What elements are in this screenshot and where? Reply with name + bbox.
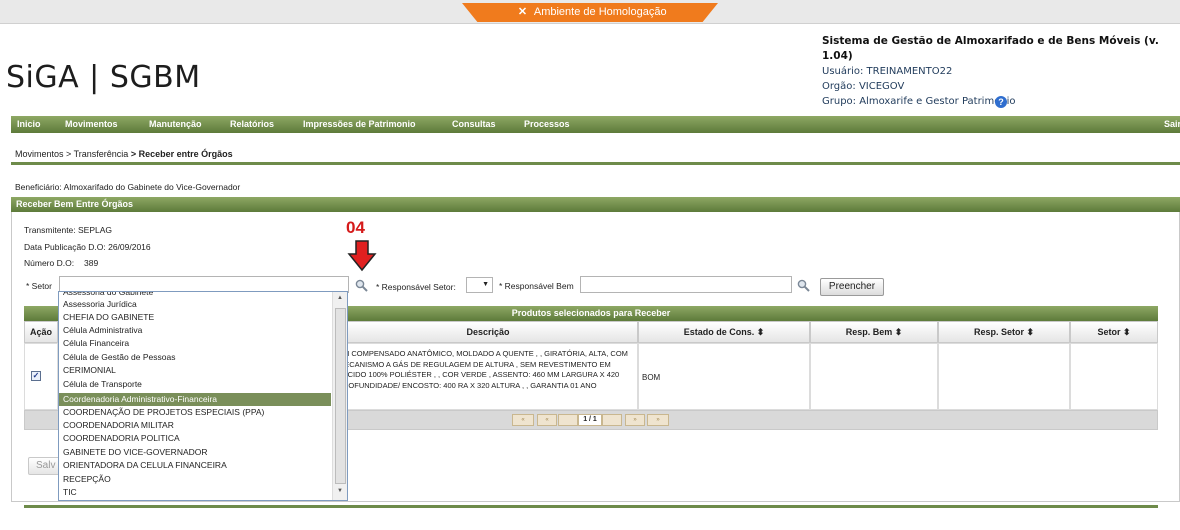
pager-next-button[interactable]: »: [625, 414, 645, 426]
table-cell-estado: [638, 343, 810, 410]
dropdown-option[interactable]: Célula de Transporte: [63, 378, 142, 391]
row-select-checkbox[interactable]: ✓: [31, 371, 41, 381]
dropdown-option[interactable]: GABINETE DO VICE-GOVERNADOR: [63, 446, 208, 459]
column-resp-bem[interactable]: Resp. Bem ⬍: [810, 321, 938, 343]
responsavel-setor-label: * Responsável Setor:: [376, 282, 456, 292]
logout-link[interactable]: Sair: [1164, 119, 1180, 129]
nav-item-processos[interactable]: Processos: [524, 119, 570, 129]
dropdown-option-selected[interactable]: Coordenadoria Administrativo-Financeira: [59, 393, 331, 406]
breadcrumb-current: > Receber entre Órgãos: [130, 149, 233, 159]
responsavel-setor-select[interactable]: ▼: [466, 277, 493, 293]
user-info: Usuário: TREINAMENTO22: [822, 66, 953, 77]
responsavel-bem-label: * Responsável Bem: [499, 281, 574, 291]
table-cell-resp-setor: [938, 343, 1070, 410]
nav-item-manutencao[interactable]: Manutenção: [149, 119, 202, 129]
environment-label: Ambiente de Homologação: [533, 6, 667, 18]
divider: [11, 162, 1180, 165]
preencher-button[interactable]: Preencher: [820, 278, 884, 296]
row-estado: BOM: [642, 373, 661, 382]
nav-item-consultas[interactable]: Consultas: [452, 119, 496, 129]
pager-first-button[interactable]: «: [512, 414, 534, 426]
row-description: EM COMPENSADO ANATÔMICO, MOLDADO A QUENT…: [338, 349, 628, 390]
pager-spacer: [602, 414, 622, 426]
tools-icon: ✕: [517, 6, 528, 18]
dropdown-option[interactable]: RECEPÇÃO: [63, 473, 111, 486]
column-setor[interactable]: Setor ⬍: [1070, 321, 1158, 343]
pager-spacer: [558, 414, 578, 426]
breadcrumb-transferencia[interactable]: > Transferência: [66, 149, 128, 159]
table-cell-acao: [24, 343, 58, 410]
environment-bar: ✕ Ambiente de Homologação: [0, 0, 1180, 24]
environment-banner: ✕ Ambiente de Homologação: [462, 3, 718, 22]
data-publicacao-text: Data Publicação D.O: 26/09/2016: [24, 242, 151, 252]
pager-prev-button[interactable]: «: [537, 414, 557, 426]
dropdown-option[interactable]: ORIENTADORA DA CELULA FINANCEIRA: [63, 459, 227, 472]
down-arrow-icon: [347, 240, 377, 272]
dropdown-option[interactable]: COORDENADORIA POLITICA: [63, 432, 180, 445]
pager-last-button[interactable]: »: [647, 414, 669, 426]
breadcrumb: Movimentos > Transferência > Receber ent…: [15, 149, 233, 159]
dropdown-option[interactable]: COORDENAÇÃO DE PROJETOS ESPECIAIS (PPA): [63, 406, 264, 419]
column-estado[interactable]: Estado de Cons. ⬍: [638, 321, 810, 343]
scrollbar-thumb[interactable]: [335, 308, 346, 484]
numero-do-label: Número D.O:: [24, 258, 75, 268]
main-nav: Inicio Movimentos Manutenção Relatórios …: [11, 116, 1180, 133]
app-logo: SiGA | SGBM: [6, 60, 201, 95]
beneficiario-text: Beneficiário: Almoxarifado do Gabinete d…: [15, 182, 241, 192]
step-annotation: 04: [346, 218, 365, 237]
dropdown-option[interactable]: Célula Financeira: [63, 337, 129, 350]
pager-current-page: 1 / 1: [578, 414, 602, 426]
dropdown-scrollbar[interactable]: ▲ ▼: [332, 292, 347, 500]
chevron-down-icon: ▼: [482, 281, 489, 288]
nav-item-movimentos[interactable]: Movimentos: [65, 119, 118, 129]
divider: [24, 505, 1158, 508]
dropdown-option[interactable]: CHEFIA DO GABINETE: [63, 311, 154, 324]
dropdown-option[interactable]: TIC: [63, 486, 77, 499]
numero-do-value: 389: [84, 258, 99, 268]
column-resp-setor[interactable]: Resp. Setor ⬍: [938, 321, 1070, 343]
setor-dropdown[interactable]: Assessoria do Gabinete Assessoria Jurídi…: [58, 291, 348, 501]
help-icon[interactable]: ?: [995, 96, 1007, 108]
org-info: Orgão: VICEGOV: [822, 81, 905, 92]
scroll-down-icon[interactable]: ▼: [337, 488, 343, 494]
table-cell-setor: [1070, 343, 1158, 410]
nav-item-impressoes[interactable]: Impressões de Patrimonio: [303, 119, 416, 129]
search-icon[interactable]: [797, 279, 810, 292]
responsavel-bem-input[interactable]: [580, 276, 792, 293]
panel-title: Receber Bem Entre Órgãos: [11, 197, 1180, 212]
nav-item-relatorios[interactable]: Relatórios: [230, 119, 274, 129]
dropdown-option[interactable]: CERIMONIAL: [63, 364, 116, 377]
table-cell-resp-bem: [810, 343, 938, 410]
setor-label: * Setor: [26, 281, 52, 291]
scroll-up-icon[interactable]: ▲: [337, 295, 343, 301]
dropdown-option[interactable]: Célula de Gestão de Pessoas: [63, 351, 175, 364]
column-acao: Ação: [24, 321, 58, 343]
system-title: Sistema de Gestão de Almoxarifado e de B…: [822, 35, 1159, 62]
dropdown-option[interactable]: COORDENADORIA MILITAR: [63, 419, 174, 432]
nav-item-inicio[interactable]: Inicio: [17, 119, 41, 129]
dropdown-option[interactable]: Assessoria Jurídica: [63, 298, 137, 311]
transmitente-text: Transmitente: SEPLAG: [24, 225, 113, 235]
search-icon[interactable]: [355, 279, 368, 292]
dropdown-option[interactable]: Célula Administrativa: [63, 324, 142, 337]
breadcrumb-movimentos[interactable]: Movimentos: [15, 149, 64, 159]
